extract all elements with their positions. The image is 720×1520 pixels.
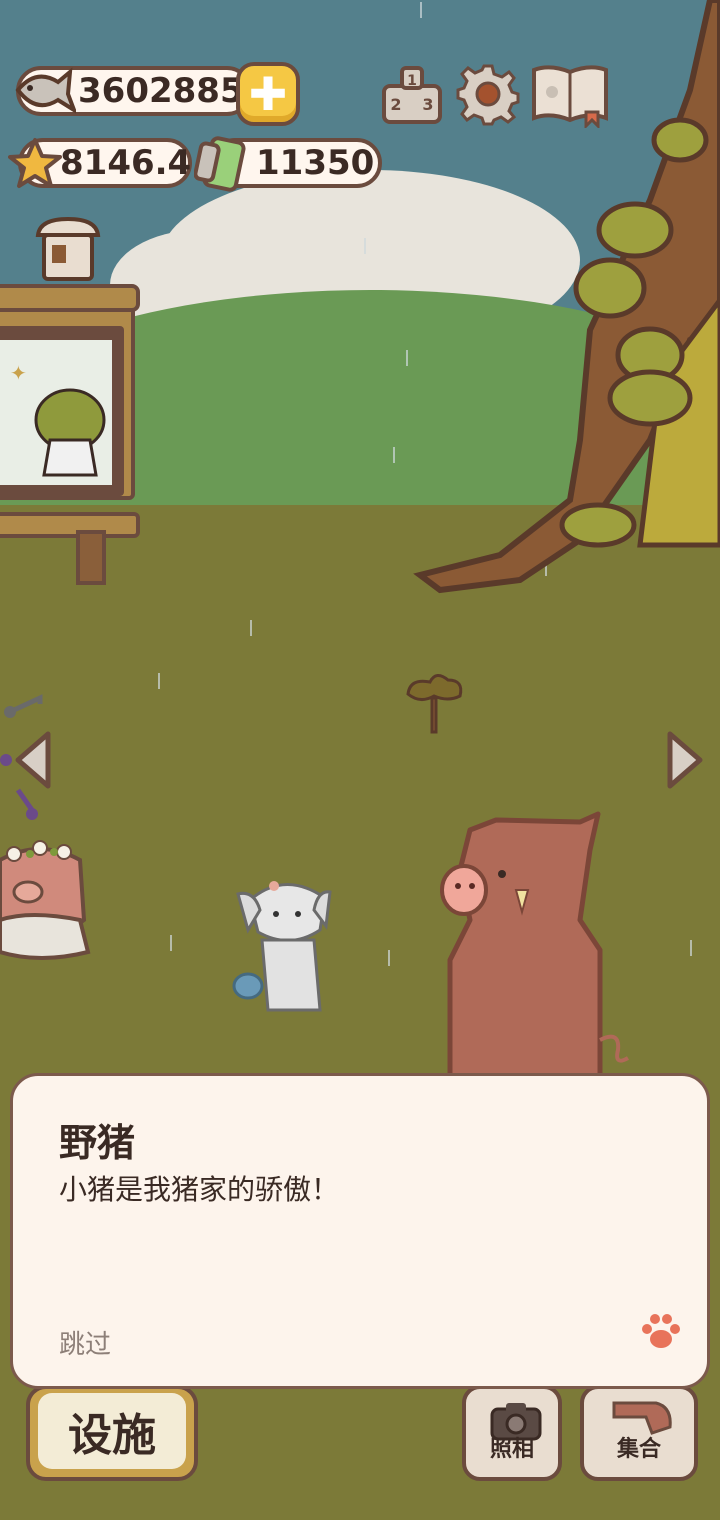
fish-count: 3602885 bbox=[78, 71, 244, 111]
board-leg bbox=[76, 530, 106, 585]
boar-character[interactable] bbox=[430, 810, 650, 1080]
svg-text:✦: ✦ bbox=[10, 361, 27, 385]
gather-button[interactable]: 集合 bbox=[580, 1385, 698, 1481]
shop-icon[interactable] bbox=[32, 215, 104, 283]
board-roof bbox=[0, 284, 140, 312]
camera-label: 照相 bbox=[489, 1437, 534, 1462]
right-arrow-icon[interactable] bbox=[664, 730, 706, 790]
battery-count: 11350 bbox=[256, 143, 375, 183]
board-base bbox=[0, 512, 140, 538]
skip-button[interactable]: 跳过 bbox=[59, 1324, 111, 1361]
ranking-icon[interactable]: 1 2 3 bbox=[380, 64, 444, 124]
camera-button[interactable]: 照相 bbox=[462, 1385, 562, 1481]
facility-label: 设施 bbox=[38, 1393, 186, 1469]
plus-icon: ✚ bbox=[248, 67, 288, 121]
sapling bbox=[406, 674, 463, 734]
dialog-speaker-name: 野猪 bbox=[59, 1121, 136, 1165]
paw-icon bbox=[642, 1314, 680, 1348]
poster-character-icon: ✦ bbox=[10, 361, 106, 477]
star-count: 8146.4 bbox=[60, 143, 192, 183]
piglet-character[interactable] bbox=[0, 840, 110, 970]
svg-text:3: 3 bbox=[422, 95, 433, 114]
gather-label: 集合 bbox=[616, 1437, 661, 1462]
poster[interactable]: ✦ bbox=[0, 340, 112, 485]
star-icon bbox=[8, 138, 62, 188]
svg-text:1: 1 bbox=[407, 73, 417, 89]
dialog-text: 小猪是我猪家的骄傲！ bbox=[59, 1173, 340, 1206]
add-fish-button[interactable]: ✚ bbox=[236, 62, 300, 126]
facility-button[interactable]: 设施 bbox=[26, 1385, 198, 1481]
svg-text:2: 2 bbox=[390, 95, 401, 114]
dialog-box[interactable]: 野猪 小猪是我猪家的骄傲！ 跳过 bbox=[10, 1073, 710, 1389]
dog-character[interactable] bbox=[230, 870, 340, 1020]
book-icon[interactable] bbox=[530, 62, 610, 128]
gear-icon[interactable] bbox=[456, 62, 520, 126]
fish-icon bbox=[15, 67, 76, 114]
battery-icon bbox=[194, 136, 246, 192]
music-notes-icon bbox=[0, 694, 43, 820]
